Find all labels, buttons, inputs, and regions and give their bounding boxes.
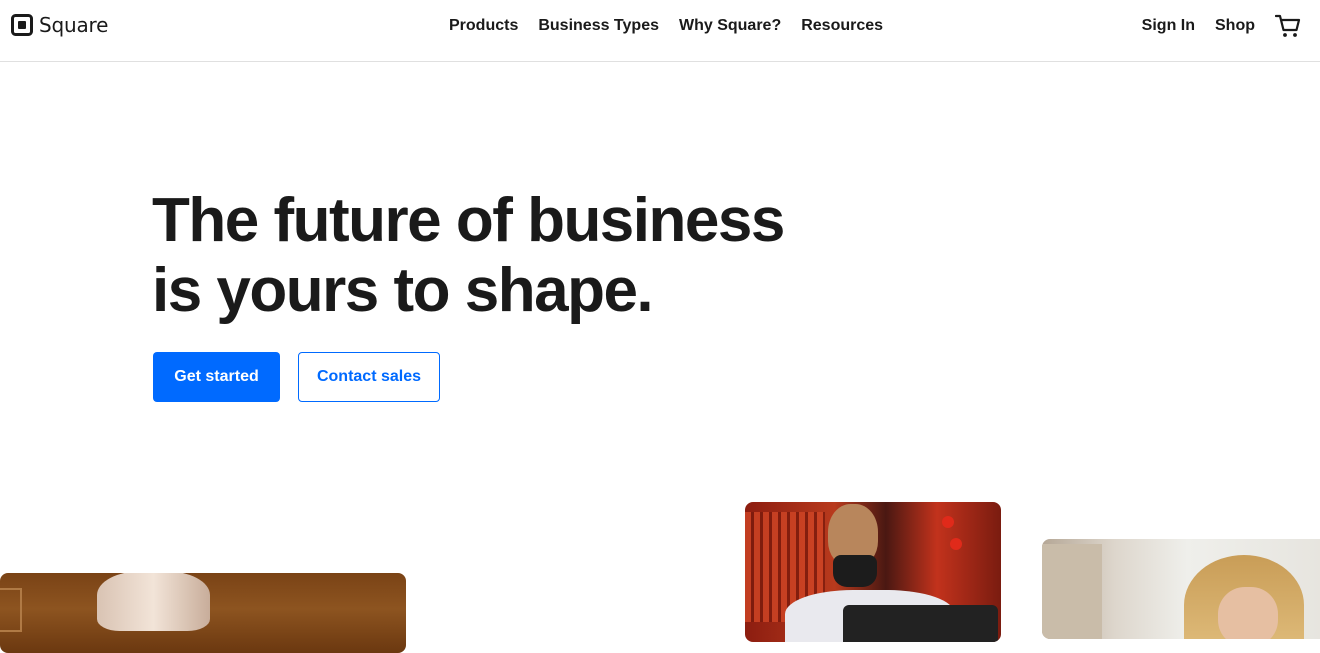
photo-face-detail (1218, 587, 1278, 639)
photo-boxes-detail (1042, 544, 1102, 639)
get-started-button[interactable]: Get started (153, 352, 280, 402)
primary-nav: Products Business Types Why Square? Reso… (449, 16, 903, 36)
photo-lantern-detail (950, 538, 962, 550)
hero-headline: The future of business is yours to shape… (152, 186, 852, 326)
hero-headline-line-2: is yours to shape. (152, 256, 654, 325)
brand-name: Square (39, 13, 109, 37)
top-navigation: Square Products Business Types Why Squar… (0, 0, 1320, 62)
cart-icon (1275, 14, 1301, 37)
photo-face-mask (833, 555, 877, 587)
photo-vase-detail (97, 573, 210, 631)
account-nav: Sign In Shop (1142, 13, 1301, 39)
shop-link[interactable]: Shop (1215, 16, 1255, 36)
hero-photo-woman (1042, 539, 1320, 639)
photo-lantern-detail (942, 516, 954, 528)
nav-resources[interactable]: Resources (801, 16, 883, 36)
contact-sales-button[interactable]: Contact sales (298, 352, 440, 402)
nav-business-types[interactable]: Business Types (538, 16, 659, 36)
photo-frame-detail (0, 588, 22, 632)
hero-headline-line-1: The future of business (152, 186, 785, 255)
sign-in-link[interactable]: Sign In (1142, 16, 1195, 36)
nav-why-square[interactable]: Why Square? (679, 16, 781, 36)
cart-button[interactable] (1275, 13, 1301, 39)
nav-products[interactable]: Products (449, 16, 518, 36)
photo-laptop-detail (843, 605, 998, 642)
hero-photo-vase (0, 573, 406, 653)
square-logo-link[interactable]: Square (11, 13, 108, 37)
hero-photo-shop-owner (745, 502, 1001, 642)
square-logo-icon (11, 14, 33, 36)
